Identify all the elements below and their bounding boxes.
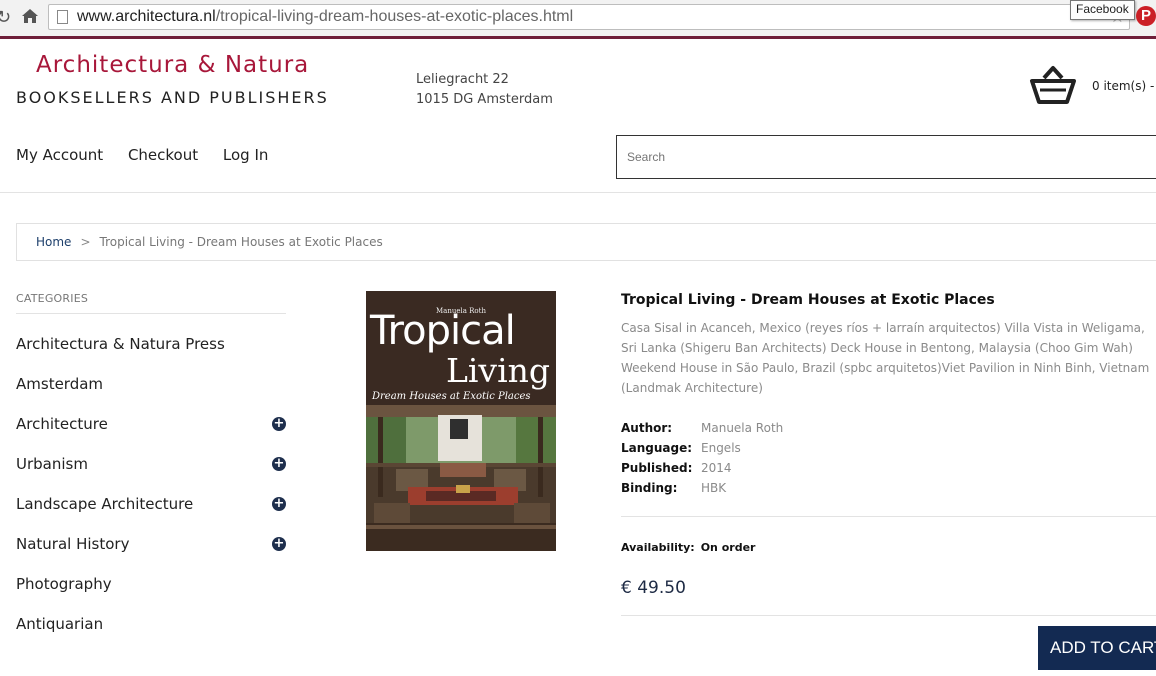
address-line-2: 1015 DG Amsterdam — [416, 92, 553, 107]
product-specs: Author: Manuela Roth Language: Engels Publ… — [621, 418, 783, 498]
basket-icon[interactable] — [1028, 64, 1078, 106]
category-list: Architectura & Natura Press Amsterdam Ar… — [16, 324, 288, 644]
breadcrumb-home[interactable]: Home — [36, 235, 71, 249]
url-text: www.architectura.nl/tropical-living-drea… — [77, 8, 574, 25]
top-nav: My Account Checkout Log In — [16, 146, 288, 164]
product-price: € 49.50 — [621, 578, 686, 598]
reload-icon[interactable]: ↻ — [0, 7, 11, 28]
brand-logo[interactable]: Architectura & Natura — [36, 52, 309, 78]
availability: Availability: On order — [621, 541, 755, 554]
browser-toolbar: ↻ www.architectura.nl/tropical-living-dr… — [0, 0, 1156, 37]
category-label: Photography — [16, 575, 112, 593]
brand-tagline: BOOKSELLERS AND PUBLISHERS — [16, 88, 329, 107]
category-item[interactable]: Antiquarian — [16, 604, 288, 644]
nav-checkout[interactable]: Checkout — [128, 146, 198, 164]
category-item[interactable]: Amsterdam — [16, 364, 288, 404]
spec-language: Language: Engels — [621, 441, 741, 455]
category-item[interactable]: Urbanism + — [16, 444, 288, 484]
book-cover-image[interactable]: Manuela Roth Tropical Living Dream House… — [366, 291, 556, 551]
home-icon[interactable] — [20, 6, 40, 26]
category-item[interactable]: Architecture + — [16, 404, 288, 444]
breadcrumb-separator: > — [80, 235, 91, 249]
page-icon — [57, 10, 68, 24]
categories-title: CATEGORIES — [16, 292, 89, 305]
expand-plus-icon[interactable]: + — [272, 457, 286, 471]
category-item[interactable]: Architectura & Natura Press — [16, 324, 288, 364]
cover-photo — [366, 405, 556, 551]
category-label: Natural History — [16, 535, 130, 553]
add-to-cart-button[interactable]: ADD TO CART — [1038, 626, 1156, 670]
cover-subtitle: Dream Houses at Exotic Places — [372, 391, 531, 402]
product-title: Tropical Living - Dream Houses at Exotic… — [621, 292, 995, 308]
store-address: Leliegracht 22 1015 DG Amsterdam — [416, 70, 553, 110]
category-label: Landscape Architecture — [16, 495, 194, 513]
nav-my-account[interactable]: My Account — [16, 146, 103, 164]
category-label: Architectura & Natura Press — [16, 335, 225, 353]
expand-plus-icon[interactable]: + — [272, 497, 286, 511]
category-item[interactable]: Photography — [16, 564, 288, 604]
expand-plus-icon[interactable]: + — [272, 417, 286, 431]
address-line-1: Leliegracht 22 — [416, 72, 509, 87]
cart-count[interactable]: 0 item(s) - € — [1092, 79, 1156, 93]
cover-title-line-2: Living — [445, 351, 550, 390]
availability-label: Availability: — [621, 541, 695, 554]
accent-line — [0, 36, 1156, 39]
product-description: Casa Sisal in Acanceh, Mexico (reyes río… — [621, 321, 1150, 395]
categories-divider — [16, 313, 286, 314]
search-input[interactable] — [616, 135, 1156, 179]
expand-plus-icon[interactable]: + — [272, 537, 286, 551]
price-divider — [621, 615, 1156, 616]
category-label: Architecture — [16, 415, 108, 433]
spec-binding: Binding: HBK — [621, 481, 727, 495]
breadcrumb-current[interactable]: Tropical Living - Dream Houses at Exotic… — [100, 235, 383, 249]
pinterest-icon[interactable]: P — [1136, 6, 1156, 26]
spec-author: Author: Manuela Roth — [621, 421, 784, 435]
category-item[interactable]: Natural History + — [16, 524, 288, 564]
category-label: Amsterdam — [16, 375, 104, 393]
facebook-tooltip: Facebook — [1070, 0, 1135, 20]
category-label: Antiquarian — [16, 615, 104, 633]
product-divider — [621, 516, 1156, 517]
cover-title-line-1: Tropical — [370, 308, 516, 354]
availability-value: On order — [700, 541, 756, 554]
category-item[interactable]: Landscape Architecture + — [16, 484, 288, 524]
nav-log-in[interactable]: Log In — [223, 146, 269, 164]
category-label: Urbanism — [16, 455, 88, 473]
breadcrumb: Home > Tropical Living - Dream Houses at E… — [16, 223, 1156, 261]
header-divider — [0, 192, 1156, 193]
address-bar[interactable]: www.architectura.nl/tropical-living-drea… — [48, 4, 1130, 30]
spec-published: Published: 2014 — [621, 461, 732, 475]
